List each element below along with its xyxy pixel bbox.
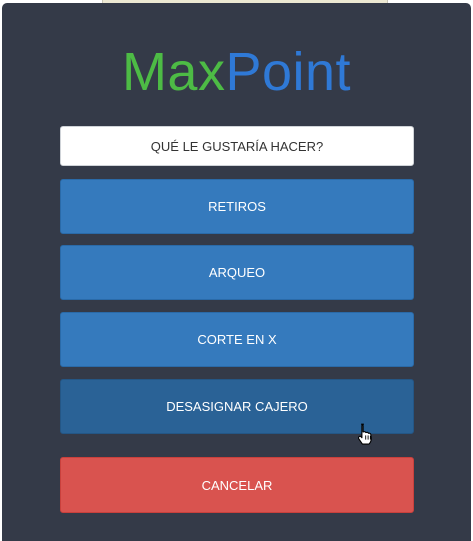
hand-pointer-icon — [357, 423, 372, 445]
cancelar-button[interactable]: CANCELAR — [60, 457, 414, 513]
arqueo-button[interactable]: ARQUEO — [60, 245, 414, 300]
retiros-button-label: RETIROS — [208, 199, 266, 214]
action-prompt-text: QUÉ LE GUSTARÍA HACER? — [150, 138, 324, 154]
desasignar-cajero-button-label: DESASIGNAR CAJERO — [166, 399, 308, 414]
maxpoint-logo: MaxPoint — [0, 40, 473, 104]
action-prompt-box: QUÉ LE GUSTARÍA HACER? — [60, 126, 414, 166]
logo-max-text: Max — [121, 42, 226, 102]
corte-en-x-button[interactable]: CORTE EN X — [60, 312, 414, 367]
logo-point-text: Point — [225, 42, 352, 102]
retiros-button[interactable]: RETIROS — [60, 179, 414, 234]
arqueo-button-label: ARQUEO — [208, 265, 266, 280]
corte-en-x-button-label: CORTE EN X — [197, 332, 277, 347]
cancelar-button-label: CANCELAR — [201, 477, 273, 493]
